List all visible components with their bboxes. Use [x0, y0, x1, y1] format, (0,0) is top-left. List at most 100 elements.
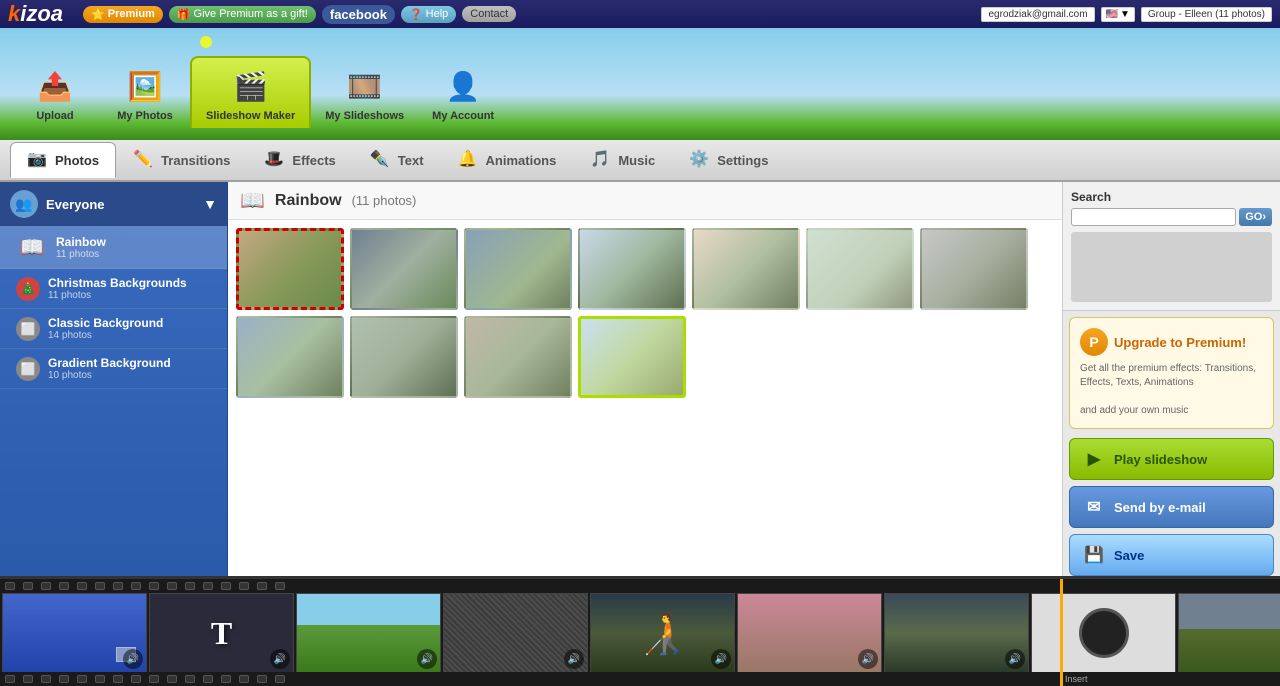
timeline-cursor[interactable] — [1060, 579, 1063, 686]
perf-hole — [41, 675, 51, 683]
top-bar-right: egrodziak@gmail.com 🇺🇸 ▼ Group - Elleen … — [981, 7, 1272, 22]
gift-premium-button[interactable]: 🎁 Give Premium as a gift! — [169, 6, 316, 23]
sidebar-album-christmas[interactable]: 🎄 Christmas Backgrounds 11 photos — [0, 269, 227, 309]
send-email-button[interactable]: ✉ Send by e-mail — [1069, 486, 1274, 528]
nav-item-my-account[interactable]: 👤 My Account — [418, 58, 508, 128]
search-row: GO› — [1071, 208, 1272, 226]
perf-hole — [239, 675, 249, 683]
top-bar: kizoa ⭐ Premium 🎁 Give Premium as a gift… — [0, 0, 1280, 28]
photo-thumb-9[interactable] — [350, 316, 458, 398]
sidebar-album-rainbow[interactable]: 📖 Rainbow 11 photos — [0, 226, 227, 269]
film-frame-4[interactable]: 🔊 — [443, 593, 588, 673]
contact-button[interactable]: Contact — [462, 6, 516, 22]
perf-hole — [275, 582, 285, 590]
save-button[interactable]: 💾 Save — [1069, 534, 1274, 576]
perf-hole — [203, 582, 213, 590]
photo-thumb-3[interactable] — [464, 228, 572, 310]
photo-area-header: 📖 Rainbow (11 photos) — [228, 182, 1062, 220]
film-frame-3[interactable]: 🔊 — [296, 593, 441, 673]
nav-item-upload[interactable]: 📤 Upload — [10, 58, 100, 128]
nav-item-my-slideshows[interactable]: 🎞️ My Slideshows — [311, 58, 418, 128]
film-frame-1[interactable]: 🔊 — [2, 593, 147, 673]
tab-effects-label: Effects — [292, 153, 335, 168]
tab-animations-label: Animations — [486, 153, 557, 168]
search-go-button[interactable]: GO› — [1239, 208, 1272, 226]
perf-hole — [257, 675, 267, 683]
photo-thumb-4[interactable] — [578, 228, 686, 310]
film-frame-5[interactable]: 🧑‍🦯 🔊 — [590, 593, 735, 673]
search-label: Search — [1071, 190, 1272, 204]
sidebar: 👥 Everyone ▼ 📖 Rainbow 11 photos 🎄 Chris… — [0, 182, 228, 576]
save-label: Save — [1114, 548, 1144, 563]
chevron-down-icon: ▼ — [1120, 9, 1130, 20]
tab-text[interactable]: ✒️ Text — [353, 142, 441, 178]
help-label: Help — [426, 8, 449, 20]
album-count-rainbow: 11 photos — [56, 249, 217, 260]
t-letter-icon: T — [211, 615, 232, 652]
tab-transitions[interactable]: ✏️ Transitions — [116, 142, 247, 178]
facebook-label: facebook — [330, 7, 387, 22]
tab-music[interactable]: 🎵 Music — [573, 142, 672, 178]
chevron-down-icon: ▼ — [203, 196, 217, 212]
search-input[interactable] — [1071, 208, 1236, 226]
perf-hole — [41, 582, 51, 590]
upgrade-desc-text: Get all the premium effects: Transitions… — [1080, 363, 1256, 388]
premium-button[interactable]: ⭐ Premium — [83, 6, 163, 23]
tab-photos[interactable]: 📷 Photos — [10, 142, 116, 178]
photo-thumb-2[interactable] — [350, 228, 458, 310]
photo-thumb-10[interactable] — [464, 316, 572, 398]
film-frame-6[interactable]: 🔊 — [737, 593, 882, 673]
search-section: Search GO› — [1063, 182, 1280, 311]
upgrade-desc2-text: and add your own music — [1080, 405, 1188, 416]
film-frame-9[interactable]: 🔊 — [1178, 593, 1280, 673]
tab-settings[interactable]: ⚙️ Settings — [672, 142, 785, 178]
gift-icon: 🎁 — [177, 8, 191, 21]
tab-transitions-label: Transitions — [161, 153, 230, 168]
film-frame-8[interactable] — [1031, 593, 1176, 673]
perf-hole — [239, 582, 249, 590]
gift-label: Give Premium as a gift! — [194, 8, 308, 20]
play-label: Play slideshow — [1114, 452, 1207, 467]
perf-hole — [95, 582, 105, 590]
help-button[interactable]: ❓ Help — [401, 6, 456, 23]
sidebar-everyone[interactable]: 👥 Everyone ▼ — [0, 182, 227, 226]
photo-area: 📖 Rainbow (11 photos) — [228, 182, 1062, 576]
my-photos-icon: 🖼️ — [123, 64, 167, 108]
upgrade-title: Upgrade to Premium! — [1114, 335, 1246, 350]
tab-animations[interactable]: 🔔 Animations — [441, 142, 574, 178]
album-info-gradient: Gradient Background 10 photos — [48, 356, 217, 381]
nav-item-slideshow-maker[interactable]: 🎬 Slideshow Maker — [190, 56, 311, 128]
film-frame-2[interactable]: T 🔊 — [149, 593, 294, 673]
film-frame-7[interactable]: 🔊 — [884, 593, 1029, 673]
film-overlay-icon-7: 🔊 — [1005, 649, 1025, 669]
play-slideshow-button[interactable]: ▶ Play slideshow — [1069, 438, 1274, 480]
facebook-button[interactable]: facebook — [322, 5, 395, 24]
perf-hole — [185, 675, 195, 683]
photo-thumb-6[interactable] — [806, 228, 914, 310]
album-name-classic: Classic Background — [48, 316, 217, 330]
album-circle-gradient: ⬜ — [16, 357, 40, 381]
tab-effects[interactable]: 🎩 Effects — [247, 142, 352, 178]
film-overlay-icon-4: 🔊 — [564, 649, 584, 669]
perf-hole — [221, 582, 231, 590]
group-selector[interactable]: Group - Elleen (11 photos) — [1141, 7, 1272, 22]
sidebar-everyone-left: 👥 Everyone — [10, 190, 105, 218]
sidebar-album-classic[interactable]: ⬜ Classic Background 14 photos — [0, 309, 227, 349]
album-info-christmas: Christmas Backgrounds 11 photos — [48, 276, 217, 301]
photo-thumb-7[interactable] — [920, 228, 1028, 310]
photo-thumb-5[interactable] — [692, 228, 800, 310]
tab-photos-label: Photos — [55, 153, 99, 168]
perf-hole — [185, 582, 195, 590]
album-name-gradient: Gradient Background — [48, 356, 217, 370]
nav-item-my-photos[interactable]: 🖼️ My Photos — [100, 58, 190, 128]
sidebar-album-gradient[interactable]: ⬜ Gradient Background 10 photos — [0, 349, 227, 389]
top-bar-actions: ⭐ Premium 🎁 Give Premium as a gift! face… — [83, 5, 981, 24]
nav-section: 📤 Upload 🖼️ My Photos 🎬 Slideshow Maker … — [0, 28, 1280, 140]
search-preview — [1071, 232, 1272, 302]
photo-thumb-1[interactable] — [236, 228, 344, 310]
photo-thumb-11[interactable] — [578, 316, 686, 398]
language-selector[interactable]: 🇺🇸 ▼ — [1101, 7, 1135, 22]
perf-hole — [221, 675, 231, 683]
perf-hole — [77, 675, 87, 683]
photo-thumb-8[interactable] — [236, 316, 344, 398]
